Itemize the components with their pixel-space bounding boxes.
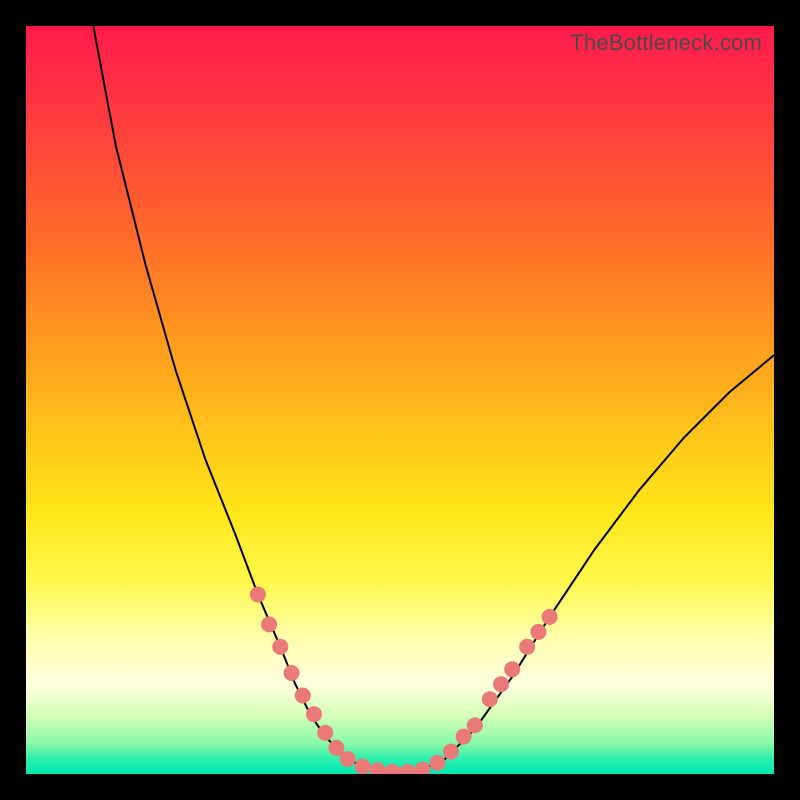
- marker-dot: [295, 688, 311, 704]
- marker-dot: [261, 616, 277, 632]
- marker-dot: [530, 624, 546, 640]
- marker-dot: [414, 762, 430, 775]
- marker-dot: [272, 639, 288, 655]
- marker-dot: [493, 676, 509, 692]
- marker-dot: [317, 725, 333, 741]
- marker-dot: [429, 755, 445, 771]
- marker-dot: [482, 691, 498, 707]
- marker-dot: [370, 762, 386, 774]
- chart-svg: [26, 26, 774, 774]
- marker-dot: [504, 661, 520, 677]
- marker-dot: [340, 751, 356, 767]
- marker-dot: [400, 764, 416, 774]
- marker-group: [250, 587, 558, 775]
- marker-dot: [467, 717, 483, 733]
- marker-dot: [250, 587, 266, 603]
- marker-dot: [443, 744, 459, 760]
- marker-dot: [306, 706, 322, 722]
- marker-dot: [284, 665, 300, 681]
- marker-dot: [542, 609, 558, 625]
- marker-dot: [519, 639, 535, 655]
- bottleneck-curve-path: [93, 26, 774, 772]
- marker-dot: [355, 759, 371, 775]
- marker-dot: [385, 764, 401, 774]
- plot-area: TheBottleneck.com: [26, 26, 774, 774]
- chart-frame: TheBottleneck.com: [0, 0, 800, 800]
